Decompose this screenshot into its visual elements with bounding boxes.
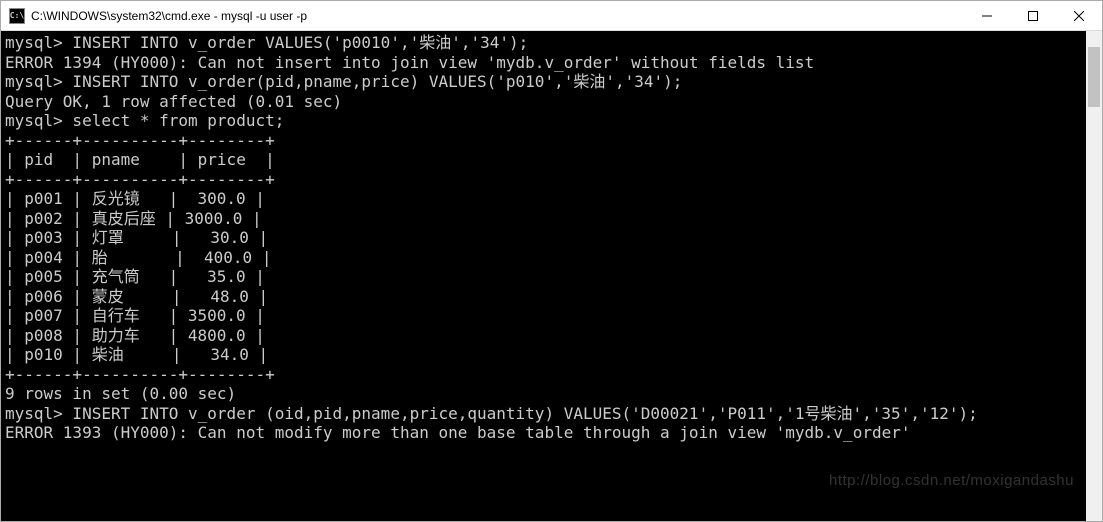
window-controls	[964, 1, 1102, 30]
terminal-line: mysql> INSERT INTO v_order VALUES('p0010…	[5, 33, 1098, 53]
table-row: | p007 | 自行车 | 3500.0 |	[5, 306, 1098, 326]
table-border: +------+----------+--------+	[5, 365, 1098, 385]
terminal-line: ERROR 1393 (HY000): Can not modify more …	[5, 423, 1098, 443]
terminal-line: mysql> INSERT INTO v_order(pid,pname,pri…	[5, 72, 1098, 92]
scrollbar-thumb[interactable]	[1088, 47, 1100, 107]
cmd-icon: C:\	[9, 8, 25, 24]
table-header-row: | pid | pname | price |	[5, 150, 1098, 170]
table-row: | p001 | 反光镜 | 300.0 |	[5, 189, 1098, 209]
table-row: | p004 | 胎 | 400.0 |	[5, 248, 1098, 268]
table-border: +------+----------+--------+	[5, 170, 1098, 190]
terminal-line: Query OK, 1 row affected (0.01 sec)	[5, 92, 1098, 112]
maximize-button[interactable]	[1010, 1, 1056, 30]
terminal-line: mysql> INSERT INTO v_order (oid,pid,pnam…	[5, 404, 1098, 424]
table-row: | p006 | 蒙皮 | 48.0 |	[5, 287, 1098, 307]
terminal-line: mysql> select * from product;	[5, 111, 1098, 131]
table-row: | p008 | 助力车 | 4800.0 |	[5, 326, 1098, 346]
terminal-line: ERROR 1394 (HY000): Can not insert into …	[5, 53, 1098, 73]
cmd-icon-text: C:\	[10, 11, 24, 20]
table-border: +------+----------+--------+	[5, 131, 1098, 151]
window-titlebar: C:\ C:\WINDOWS\system32\cmd.exe - mysql …	[1, 1, 1102, 31]
terminal-line: 9 rows in set (0.00 sec)	[5, 384, 1098, 404]
table-row: | p010 | 柴油 | 34.0 |	[5, 345, 1098, 365]
table-row: | p002 | 真皮后座 | 3000.0 |	[5, 209, 1098, 229]
table-row: | p005 | 充气筒 | 35.0 |	[5, 267, 1098, 287]
terminal-output[interactable]: mysql> INSERT INTO v_order VALUES('p0010…	[1, 31, 1102, 521]
window-title: C:\WINDOWS\system32\cmd.exe - mysql -u u…	[31, 9, 964, 23]
table-row: | p003 | 灯罩 | 30.0 |	[5, 228, 1098, 248]
close-button[interactable]	[1056, 1, 1102, 30]
vertical-scrollbar[interactable]	[1086, 31, 1102, 521]
minimize-button[interactable]	[964, 1, 1010, 30]
